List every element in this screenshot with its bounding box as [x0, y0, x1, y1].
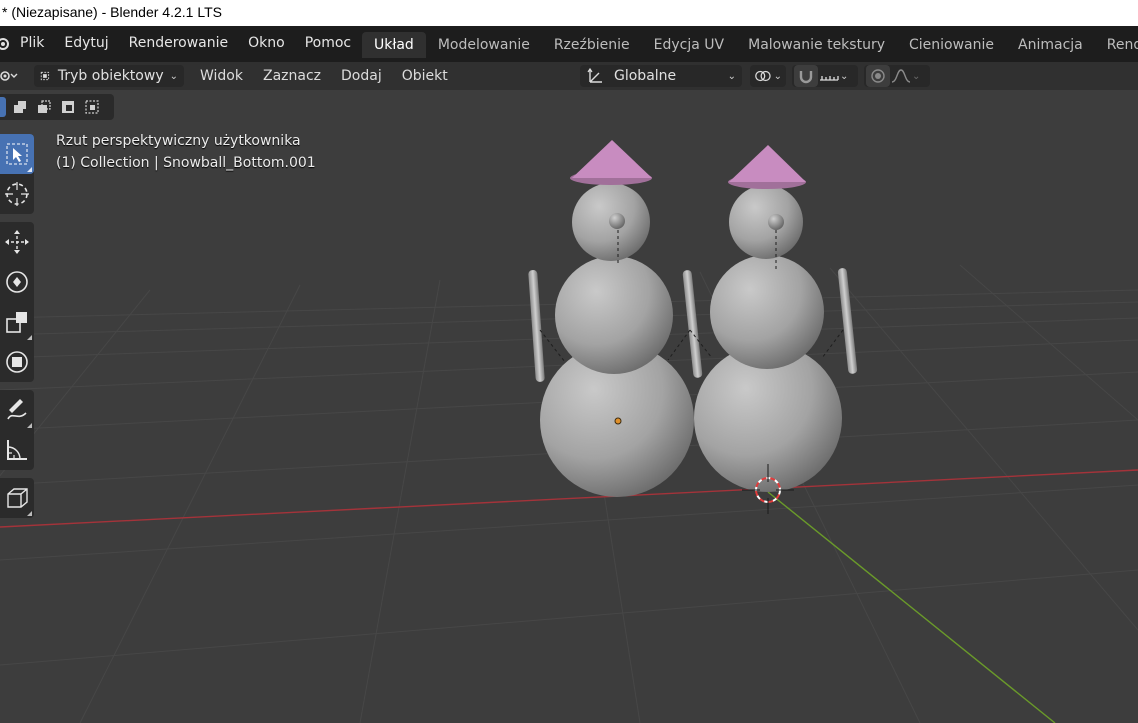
select-new-icon	[14, 101, 26, 113]
ruler-icon	[7, 440, 27, 460]
select-intersect-icon	[85, 100, 99, 114]
3d-cursor-tool-icon	[5, 182, 29, 206]
y-axis-line	[767, 491, 1056, 723]
pivot-point-dropdown[interactable]: ⌄	[750, 65, 786, 87]
arm-right	[682, 270, 703, 378]
cube-icon	[7, 488, 28, 508]
pencil-icon	[7, 399, 27, 420]
object-origin	[614, 417, 622, 425]
select-mode-subtract-button[interactable]	[58, 97, 78, 117]
window-title: * (Niezapisane) - Blender 4.2.1 LTS	[2, 4, 222, 20]
object-mode-icon	[40, 71, 50, 81]
viewport-header: Tryb obiektowy ⌄ Widok Zaznacz Dodaj Obi…	[0, 62, 1138, 90]
tool-group-add	[0, 478, 34, 518]
chevron-down-icon: ⌄	[912, 70, 921, 82]
snowball-head-2	[729, 185, 803, 259]
measure-tool[interactable]	[0, 430, 34, 470]
transform-orientation-dropdown[interactable]: Globalne ⌄	[580, 65, 742, 87]
snowman-eye	[609, 213, 625, 229]
menu-file[interactable]: Plik	[10, 26, 54, 62]
tab-uv-editing[interactable]: Edycja UV	[642, 32, 736, 58]
menu-help[interactable]: Pomoc	[295, 26, 361, 62]
orientation-label: Globalne	[614, 68, 677, 84]
mode-label: Tryb obiektowy	[57, 68, 164, 84]
menu-add[interactable]: Dodaj	[331, 62, 392, 90]
collection-info-label: (1) Collection | Snowball_Bottom.001	[56, 155, 316, 171]
chevron-down-icon: ⌄	[773, 70, 782, 82]
tab-sculpting[interactable]: Rzeźbienie	[542, 32, 642, 58]
select-extend-icon	[38, 100, 51, 113]
tool-shelf	[0, 134, 34, 526]
tab-rendering[interactable]: Renderow	[1095, 32, 1138, 58]
tool-group-transform	[0, 222, 34, 382]
tab-modeling[interactable]: Modelowanie	[426, 32, 542, 58]
move-arrows-icon	[5, 230, 29, 254]
rotate-tool[interactable]	[0, 262, 34, 302]
scale-tool[interactable]	[0, 302, 34, 342]
select-mode-extend-button[interactable]	[34, 97, 54, 117]
hat-cone-2	[729, 145, 806, 182]
arm-left	[528, 270, 545, 382]
menu-select[interactable]: Zaznacz	[253, 62, 331, 90]
view-name-label: Rzut perspektywiczny użytkownika	[56, 133, 301, 149]
transform-icon	[6, 351, 28, 373]
blender-logo-icon[interactable]	[0, 26, 10, 62]
3d-viewport[interactable]: Rzut perspektywiczny użytkownika (1) Col…	[0, 90, 1138, 723]
mode-dropdown[interactable]: Tryb obiektowy ⌄	[34, 65, 184, 87]
cursor-select-icon	[6, 143, 28, 165]
snowball-middle	[555, 256, 673, 374]
workspace-tabs: Układ Modelowanie Rzeźbienie Edycja UV M…	[362, 32, 1138, 58]
chevron-down-icon: ⌄	[840, 70, 849, 82]
hat-cone	[572, 140, 652, 178]
menu-edit[interactable]: Edytuj	[54, 26, 118, 62]
viewport-scene	[0, 140, 1138, 723]
tab-layout[interactable]: Układ	[362, 32, 426, 58]
transform-tool[interactable]	[0, 342, 34, 382]
proportional-edit-icon	[871, 69, 885, 83]
pivot-point-icon	[755, 70, 771, 82]
select-mode-active[interactable]	[0, 97, 6, 117]
proportional-edit-button[interactable]	[866, 65, 890, 87]
select-mode-strip	[0, 94, 114, 120]
move-tool[interactable]	[0, 222, 34, 262]
window-title-bar: * (Niezapisane) - Blender 4.2.1 LTS	[0, 0, 1138, 26]
menu-render[interactable]: Renderowanie	[119, 26, 239, 62]
select-box-tool[interactable]	[0, 134, 34, 174]
editor-type-dropdown[interactable]	[0, 65, 26, 87]
menu-view[interactable]: Widok	[190, 62, 253, 90]
select-subtract-icon	[62, 101, 74, 113]
snowball-middle-2	[710, 255, 824, 369]
snap-toggle-button[interactable]	[794, 65, 818, 87]
chevron-down-icon: ⌄	[727, 70, 736, 82]
top-menu-bar: Plik Edytuj Renderowanie Okno Pomoc Ukła…	[0, 26, 1138, 62]
tab-texture-paint[interactable]: Malowanie tekstury	[736, 32, 897, 58]
snap-increment-icon[interactable]	[818, 68, 840, 84]
tool-group-annotate	[0, 390, 34, 470]
rotate-icon	[6, 271, 28, 293]
editor-type-icon	[0, 71, 18, 81]
annotate-tool[interactable]	[0, 390, 34, 430]
tool-group-select	[0, 134, 34, 214]
arm-right-2	[837, 268, 858, 374]
cursor-tool[interactable]	[0, 174, 34, 214]
select-mode-new-button[interactable]	[10, 97, 30, 117]
select-mode-intersect-button[interactable]	[82, 97, 102, 117]
proportional-edit-group: ⌄	[864, 65, 930, 87]
blender-window: * (Niezapisane) - Blender 4.2.1 LTS Plik…	[0, 0, 1138, 723]
snowman-right[interactable]	[689, 145, 858, 492]
tab-animation[interactable]: Animacja	[1006, 32, 1095, 58]
snapping-group: ⌄	[792, 65, 858, 87]
tab-shading[interactable]: Cieniowanie	[897, 32, 1006, 58]
snowman-eye-2	[768, 214, 784, 230]
menu-object[interactable]: Obiekt	[392, 62, 458, 90]
magnet-icon	[799, 71, 813, 84]
chevron-down-icon: ⌄	[169, 70, 178, 82]
scale-icon	[6, 312, 27, 333]
falloff-curve-icon[interactable]	[890, 68, 912, 84]
add-cube-tool[interactable]	[0, 478, 34, 518]
orientation-axes-icon	[587, 67, 602, 83]
menu-window[interactable]: Okno	[238, 26, 295, 62]
